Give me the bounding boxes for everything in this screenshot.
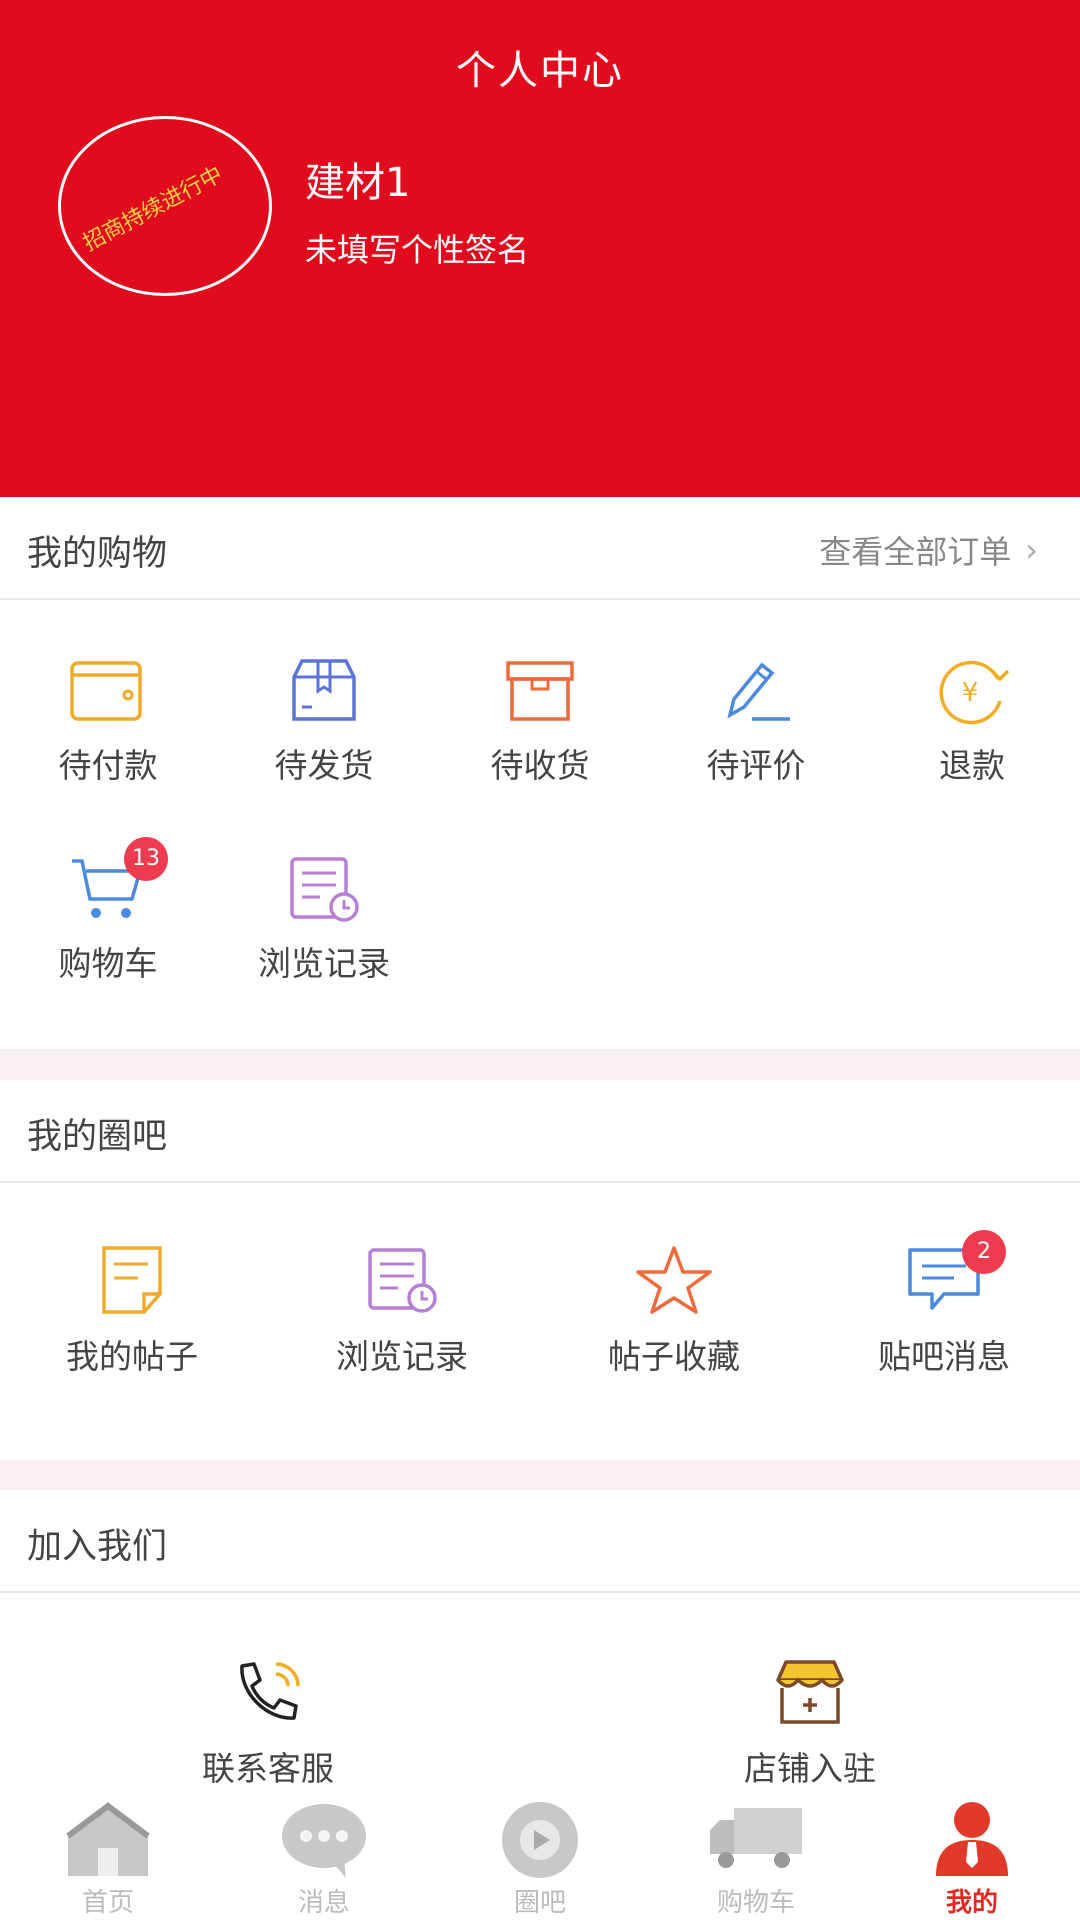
chat-icon [282,1804,366,1878]
item-label: 待发货 [274,746,374,785]
shopping-history[interactable]: 浏览记录 [216,855,432,985]
post-favorites[interactable]: 帖子收藏 [566,1244,782,1378]
shopping-header: 我的购物 查看全部订单 › [0,497,1080,600]
username[interactable]: 建材1 [305,150,410,208]
pen-icon [727,662,790,721]
shopping-section: 我的购物 查看全部订单 › 待付款 待发货 待收货 待评价 ¥ 退款 购物车 1… [0,497,1080,1049]
avatar-text: 招商持续进行中 [79,162,228,257]
forum-messages[interactable]: 贴吧消息 2 [836,1230,1052,1378]
item-label: 退款 [939,746,1005,785]
circle-icon [502,1802,578,1878]
item-label: 浏览记录 [336,1337,468,1376]
item-label: 购物车 [58,944,158,983]
profile-header: 个人中心 招商持续进行中 建材1 未填写个性签名 [0,0,1080,497]
phone-icon [240,1662,300,1720]
view-all-orders-link[interactable]: 查看全部订单 › [819,527,1038,573]
tab-label: 首页 [81,1888,134,1918]
order-refund[interactable]: ¥ 退款 [864,657,1080,787]
post-history[interactable]: 浏览记录 [294,1244,510,1378]
tab-label: 圈吧 [513,1888,566,1918]
shopping-cart[interactable]: 购物车 13 [0,837,216,985]
message-count-badge: 2 [962,1230,1006,1274]
signature[interactable]: 未填写个性签名 [305,225,529,271]
order-pending-review[interactable]: 待评价 [648,657,864,787]
join-header: 加入我们 [0,1490,1080,1593]
tab-home[interactable]: 首页 [0,1790,216,1920]
order-pending-receipt[interactable]: 待收货 [432,657,648,787]
item-label: 贴吧消息 [878,1337,1010,1376]
truck-icon [710,1808,802,1868]
star-icon [636,1246,712,1314]
tab-label: 购物车 [716,1888,795,1918]
chevron-right-icon: › [1025,531,1038,569]
join-title: 加入我们 [27,1527,168,1567]
join-section: 加入我们 联系客服 店铺入驻 [0,1490,1080,1790]
page-title: 个人中心 [456,48,624,94]
circle-header: 我的圈吧 [0,1080,1080,1183]
refund-yen-icon: ¥ [939,660,1010,725]
item-label: 待收货 [490,746,590,785]
svg-text:¥: ¥ [962,678,979,708]
user-icon [936,1802,1008,1876]
note-icon [102,1246,162,1314]
item-label: 店铺入驻 [744,1749,876,1788]
bottom-tab-bar: 首页 消息 圈吧 购物车 我的 [0,1790,1080,1920]
box-icon [506,661,574,721]
item-label: 待评价 [706,746,806,785]
tab-messages[interactable]: 消息 [216,1790,432,1920]
order-pending-payment[interactable]: 待付款 [0,657,216,787]
tab-profile[interactable]: 我的 [864,1790,1080,1920]
order-pending-shipment[interactable]: 待发货 [216,657,432,787]
avatar[interactable]: 招商持续进行中 [58,116,272,296]
shop-registration[interactable]: 店铺入驻 [702,1658,918,1790]
history-icon [290,857,359,922]
cart-count-badge: 13 [124,837,168,881]
tab-label: 消息 [297,1888,350,1918]
circle-section: 我的圈吧 我的帖子 浏览记录 帖子收藏 贴吧消息 2 [0,1080,1080,1460]
history-icon [368,1248,437,1313]
item-label: 联系客服 [202,1749,334,1788]
shop-icon [776,1660,844,1724]
item-label: 我的帖子 [66,1337,198,1376]
tab-cart[interactable]: 购物车 [648,1790,864,1920]
circle-title: 我的圈吧 [27,1117,168,1157]
view-all-orders-label: 查看全部订单 [819,533,1012,571]
shopping-title: 我的购物 [27,534,168,574]
item-label: 浏览记录 [258,944,390,983]
my-posts[interactable]: 我的帖子 [24,1244,240,1378]
contact-service[interactable]: 联系客服 [160,1658,376,1790]
home-icon [66,1802,150,1876]
item-label: 待付款 [58,746,158,785]
tab-circle[interactable]: 圈吧 [432,1790,648,1920]
tab-label: 我的 [945,1888,998,1918]
wallet-icon [70,661,142,721]
package-icon [292,659,356,721]
item-label: 帖子收藏 [608,1337,740,1376]
